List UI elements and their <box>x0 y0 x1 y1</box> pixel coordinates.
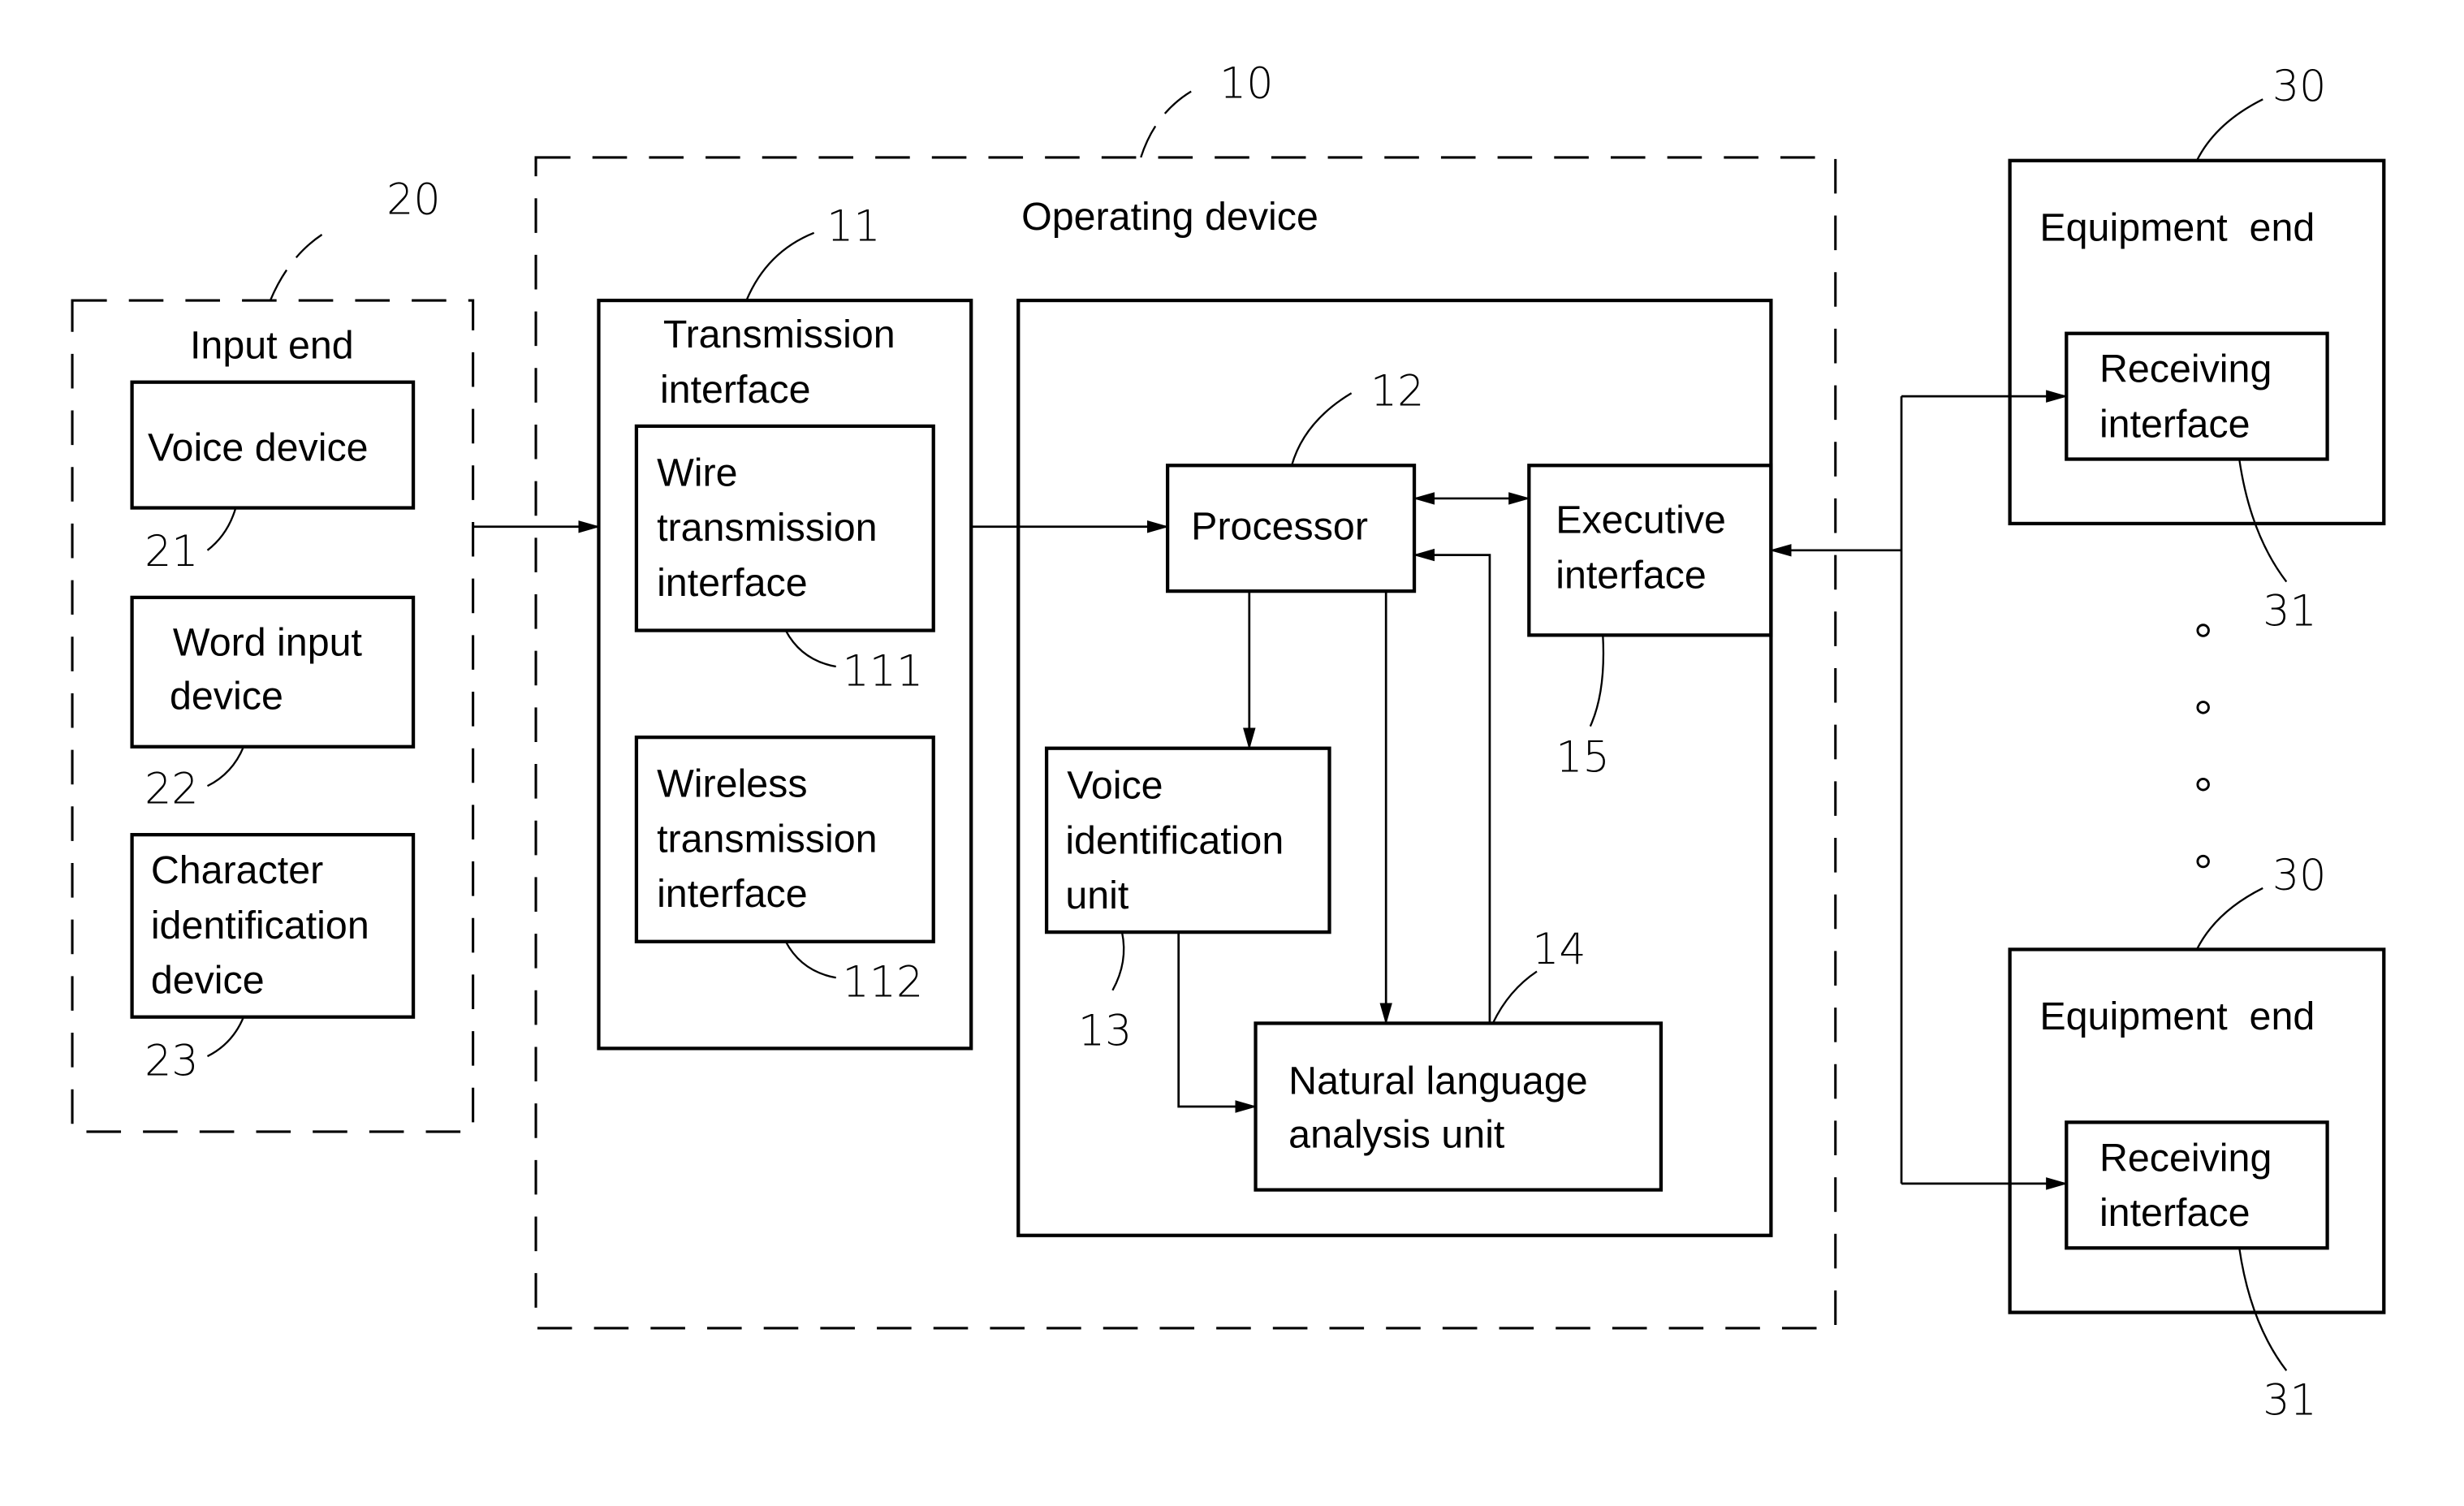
dot <box>2196 624 2210 637</box>
receiving-label-1: Receiving <box>2099 347 2272 391</box>
leader-30 <box>2195 98 2263 162</box>
leader-21 <box>206 507 237 551</box>
leader-31 <box>2238 459 2288 583</box>
leader-30 <box>2195 887 2263 950</box>
ellipsis-dots <box>2196 624 2210 869</box>
executive-label-2: interface <box>1556 553 1707 597</box>
transmission-label-1: Transmission <box>663 313 895 356</box>
word-input-label-1: Word input <box>173 620 363 664</box>
word-input-label-2: device <box>170 674 283 718</box>
ref-11: 11 <box>826 201 881 251</box>
char-id-label-2: identification <box>151 904 369 947</box>
leader-31 <box>2238 1248 2288 1371</box>
arrow-nla-to-processor <box>1413 548 1491 1024</box>
receiving-label-1: Receiving <box>2099 1136 2272 1180</box>
leader-111 <box>784 629 836 668</box>
nla-label-1: Natural language <box>1288 1059 1587 1103</box>
char-id-label-1: Character <box>151 848 323 892</box>
ref-12: 12 <box>1370 367 1425 416</box>
voice-device-label: Voice device <box>148 425 369 469</box>
ref-21: 21 <box>145 527 199 576</box>
leader-112 <box>784 941 836 979</box>
wire-label-1: Wire <box>657 451 737 494</box>
ref-10: 10 <box>1219 58 1274 108</box>
leader-22 <box>206 746 245 788</box>
input-end-group: 20 Input end Voice device 21 Word input … <box>71 175 475 1133</box>
voice-id-label-3: unit <box>1065 874 1129 917</box>
receiving-label-2: interface <box>2099 402 2250 446</box>
ref-112: 112 <box>842 958 923 1008</box>
transmission-label-2: interface <box>660 368 811 412</box>
leader-10 <box>1140 90 1192 158</box>
ref-22: 22 <box>145 764 199 813</box>
processor-label: Processor <box>1191 504 1368 548</box>
leader-14 <box>1491 970 1538 1024</box>
dot <box>2196 854 2210 869</box>
operating-device-title: Operating device <box>1021 195 1318 239</box>
executive-interface-box <box>1527 464 1773 637</box>
voice-id-label-2: identification <box>1065 818 1284 862</box>
executive-label-1: Executive <box>1556 498 1726 542</box>
wireless-label-3: interface <box>657 872 808 916</box>
leader-11 <box>745 231 815 301</box>
receiving-label-2: interface <box>2099 1191 2250 1235</box>
leader-13 <box>1111 931 1125 991</box>
ref-13: 13 <box>1078 1007 1133 1056</box>
dot <box>2196 777 2210 792</box>
ref-20: 20 <box>386 175 441 225</box>
wire-label-3: interface <box>657 561 808 605</box>
equipment-end-1: 30 Equipment end Receiving interface 31 <box>2008 62 2386 636</box>
ref-30: 30 <box>2272 62 2327 111</box>
leader-12 <box>1290 392 1353 466</box>
block-diagram: 20 Input end Voice device 21 Word input … <box>71 58 2386 1425</box>
input-end-title: Input end <box>190 324 354 368</box>
leader-20 <box>269 228 331 301</box>
ref-23: 23 <box>145 1036 199 1085</box>
wire-label-2: transmission <box>657 506 878 550</box>
wireless-label-1: Wireless <box>657 762 807 806</box>
equipment-end-title: Equipment end <box>2039 205 2315 249</box>
arrow-voice-id-to-nla <box>1177 932 1258 1113</box>
operating-device-group: 10 Operating device 11 Transmission inte… <box>534 58 1837 1330</box>
wireless-label-2: transmission <box>657 817 878 861</box>
ref-111: 111 <box>842 646 923 696</box>
equipment-end-title: Equipment end <box>2039 995 2315 1038</box>
ref-31: 31 <box>2263 587 2317 636</box>
ref-14: 14 <box>1532 925 1586 974</box>
word-input-device-box <box>130 595 416 749</box>
dot <box>2196 701 2210 714</box>
natural-language-analysis-box <box>1254 1021 1664 1192</box>
nla-label-2: analysis unit <box>1288 1112 1505 1156</box>
ref-30: 30 <box>2272 851 2327 900</box>
leader-15 <box>1589 635 1605 727</box>
char-id-label-3: device <box>151 959 265 1003</box>
leader-23 <box>206 1016 245 1058</box>
voice-id-label-1: Voice <box>1067 764 1163 808</box>
equipment-end-2: 30 Equipment end Receiving interface 31 <box>2008 851 2386 1425</box>
ref-15: 15 <box>1556 733 1610 783</box>
ref-31: 31 <box>2263 1375 2317 1425</box>
